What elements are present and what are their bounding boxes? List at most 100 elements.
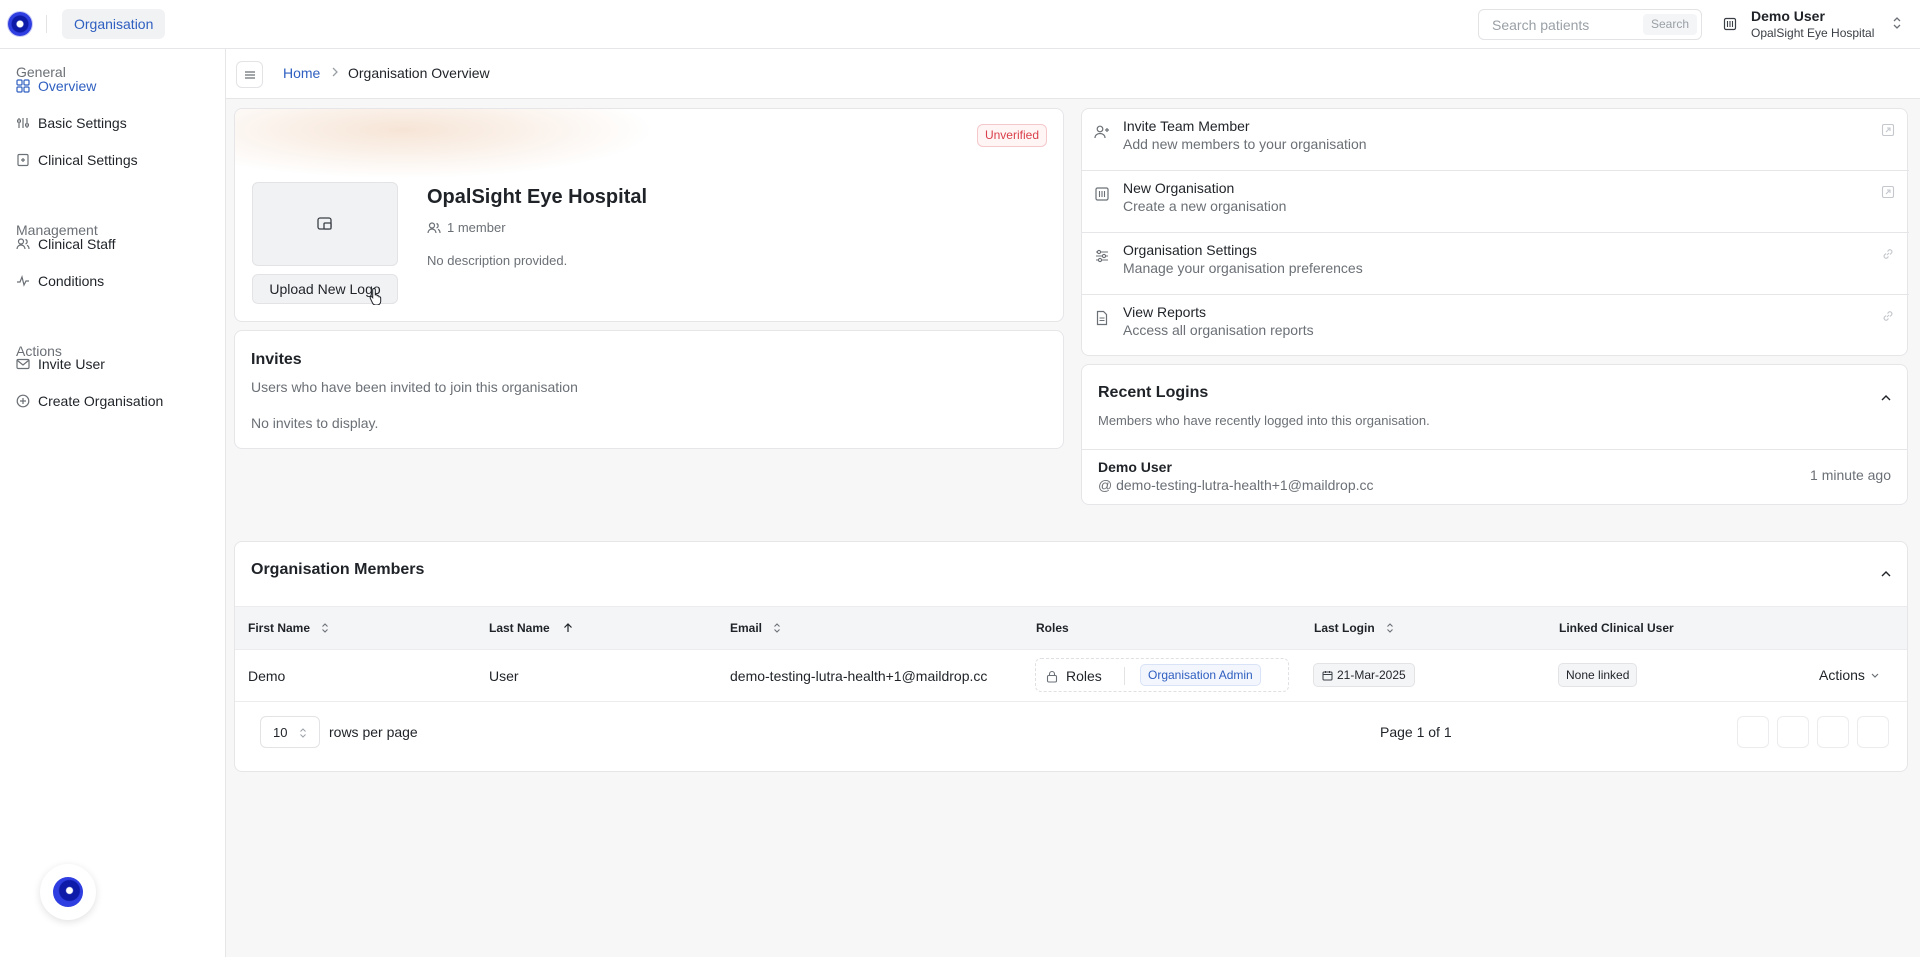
login-user-name: Demo User [1098, 459, 1172, 475]
sidebar-toggle-button[interactable] [236, 61, 263, 88]
org-switcher-chip[interactable]: Organisation [62, 9, 166, 39]
sidebar-item-basic-settings[interactable]: Basic Settings [16, 108, 127, 138]
sidebar: General Overview Basic Settings Clinical… [0, 49, 226, 957]
column-email[interactable]: Email [730, 621, 782, 635]
column-first-name[interactable]: First Name [248, 621, 330, 635]
organisation-description: No description provided. [427, 253, 568, 268]
sidebar-item-label: Clinical Staff [38, 236, 116, 252]
external-link-icon [1881, 185, 1895, 199]
breadcrumb-current: Organisation Overview [348, 65, 490, 81]
login-user-email: @ demo-testing-lutra-health+1@maildrop.c… [1098, 477, 1374, 493]
eye-logo-icon [53, 877, 83, 907]
sidebar-item-create-organisation[interactable]: Create Organisation [16, 386, 163, 416]
quick-action-description: Add new members to your organisation [1123, 136, 1367, 152]
roles-cell[interactable]: Roles Organisation Admin [1035, 658, 1289, 692]
divider [46, 15, 47, 33]
invites-empty-state: No invites to display. [251, 415, 379, 431]
sidebar-item-invite-user[interactable]: Invite User [16, 349, 105, 379]
chevron-up-icon[interactable] [1879, 567, 1893, 581]
recent-logins-subtitle: Members who have recently logged into th… [1098, 413, 1430, 428]
quick-action-new-organisation[interactable]: New Organisation Create a new organisati… [1082, 171, 1909, 233]
user-menu[interactable]: Demo User OpalSight Eye Hospital [1720, 5, 1910, 43]
recent-logins-card: Recent Logins Members who have recently … [1081, 364, 1908, 505]
building-icon [1095, 187, 1109, 201]
actions-label: Actions [1819, 667, 1865, 683]
role-badge: Organisation Admin [1140, 664, 1261, 686]
rows-per-page-value: 10 [273, 725, 288, 740]
column-last-login[interactable]: Last Login [1314, 621, 1395, 635]
quick-action-description: Manage your organisation preferences [1123, 260, 1363, 276]
logo-placeholder [252, 182, 398, 266]
chevron-up-down-icon [1893, 17, 1901, 29]
search-button[interactable]: Search [1642, 14, 1697, 35]
pagination: 10 rows per page Page 1 of 1 [235, 702, 1907, 772]
quick-action-description: Create a new organisation [1123, 198, 1287, 214]
last-page-button[interactable] [1857, 716, 1889, 748]
cell-first-name: Demo [248, 668, 286, 684]
chevron-up-icon[interactable] [1879, 391, 1893, 405]
user-plus-icon [1094, 125, 1109, 139]
quick-action-organisation-settings[interactable]: Organisation Settings Manage your organi… [1082, 233, 1909, 295]
quick-action-title: New Organisation [1123, 180, 1235, 196]
roles-button[interactable]: Roles [1046, 668, 1102, 684]
link-icon [1883, 249, 1893, 259]
breadcrumb-home-link[interactable]: Home [283, 65, 320, 81]
next-page-button[interactable] [1817, 716, 1849, 748]
mail-icon [16, 358, 30, 370]
sidebar-item-label: Invite User [38, 356, 105, 372]
chevron-down-icon [1871, 673, 1879, 678]
external-link-icon [1881, 123, 1895, 137]
login-row: Demo User @ demo-testing-lutra-health+1@… [1082, 449, 1907, 504]
link-icon [1883, 311, 1893, 321]
previous-page-button[interactable] [1777, 716, 1809, 748]
sidebar-item-label: Create Organisation [38, 393, 164, 409]
column-label: Email [730, 621, 763, 635]
image-placeholder-icon [317, 217, 332, 230]
quick-action-title: Organisation Settings [1123, 242, 1257, 258]
sidebar-item-label: Overview [38, 78, 97, 94]
sort-icon [774, 623, 780, 633]
users-icon [16, 238, 30, 250]
sidebar-item-clinical-settings[interactable]: Clinical Settings [16, 145, 138, 175]
column-last-name[interactable]: Last Name [489, 621, 574, 635]
column-label: Roles [1036, 621, 1069, 635]
arrow-up-icon [563, 623, 572, 632]
sidebar-item-label: Conditions [38, 273, 105, 289]
app-logo-icon[interactable] [8, 12, 32, 36]
table-row: Demo User demo-testing-lutra-health+1@ma… [235, 650, 1907, 702]
main-content: Home Organisation Overview Unverified Up… [226, 49, 1920, 957]
row-actions-menu[interactable]: Actions [1819, 667, 1880, 683]
sidebar-item-overview[interactable]: Overview [16, 71, 96, 101]
user-org: OpalSight Eye Hospital [1751, 26, 1875, 40]
quick-action-title: View Reports [1123, 304, 1207, 320]
quick-action-invite-team-member[interactable]: Invite Team Member Add new members to yo… [1082, 109, 1909, 171]
lock-icon [1046, 670, 1058, 683]
status-badge: Unverified [976, 124, 1047, 147]
column-roles: Roles [1036, 621, 1069, 635]
login-time: 1 minute ago [1810, 467, 1891, 483]
settings-sliders-icon [17, 118, 29, 128]
last-login-badge: 21-Mar-2025 [1313, 663, 1415, 687]
member-count-label: 1 member [447, 220, 506, 235]
invites-title: Invites [251, 351, 302, 368]
rows-per-page-select[interactable]: 10 [260, 716, 320, 748]
organisation-name: OpalSight Eye Hospital [427, 186, 648, 208]
invites-card: Invites Users who have been invited to j… [234, 330, 1064, 449]
user-name: Demo User [1751, 8, 1825, 24]
cell-email: demo-testing-lutra-health+1@maildrop.cc [730, 668, 988, 684]
column-label: Last Name [489, 621, 550, 635]
search-input[interactable] [1492, 17, 1632, 33]
assistant-launcher-button[interactable] [40, 864, 96, 920]
first-page-button[interactable] [1737, 716, 1769, 748]
users-icon [427, 221, 441, 233]
sidebar-item-label: Basic Settings [38, 115, 127, 131]
organisation-members-card: Organisation Members First Name Last Nam… [234, 541, 1908, 772]
sidebar-item-clinical-staff[interactable]: Clinical Staff [16, 229, 116, 259]
chevron-right-icon [332, 67, 338, 77]
sidebar-item-conditions[interactable]: Conditions [16, 266, 104, 296]
rows-per-page-label: rows per page [329, 724, 418, 740]
organisation-card: Unverified Upload New Logo OpalSight Eye… [234, 108, 1064, 322]
grid-icon [16, 79, 30, 93]
quick-action-view-reports[interactable]: View Reports Access all organisation rep… [1082, 295, 1909, 357]
header-glow [235, 109, 655, 179]
